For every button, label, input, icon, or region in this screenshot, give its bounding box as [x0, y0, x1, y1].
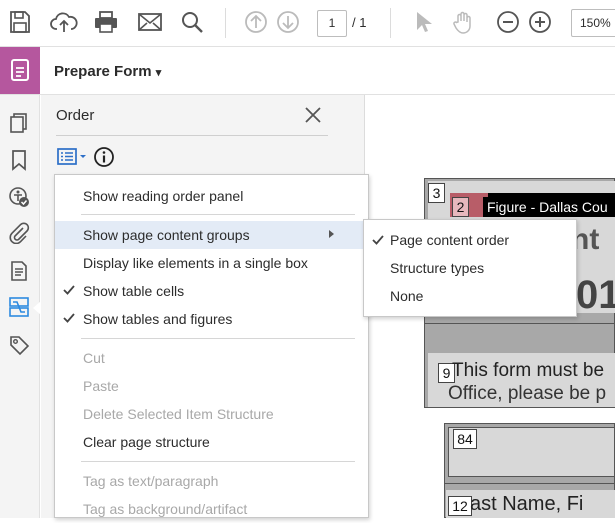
- toolbar-divider: [390, 8, 391, 38]
- attachment-icon[interactable]: [8, 222, 30, 244]
- menu-item-delete-structure[interactable]: Delete Selected Item Structure: [55, 400, 368, 428]
- section-divider: [424, 323, 615, 324]
- checkmark-icon: [63, 285, 75, 295]
- menu-separator: [81, 338, 355, 339]
- submenu-item-label: None: [390, 288, 424, 304]
- menu-item-label: Tag as text/paragraph: [83, 473, 219, 489]
- menu-item-cut[interactable]: Cut: [55, 344, 368, 372]
- page-total-label: / 1: [352, 15, 367, 30]
- order-icon[interactable]: [8, 296, 30, 318]
- main-toolbar: 1 / 1 150%: [0, 0, 615, 47]
- tool-title[interactable]: Prepare Form ▾: [54, 63, 161, 80]
- list-options-icon[interactable]: [57, 147, 89, 167]
- prepare-form-tool-icon[interactable]: [0, 47, 40, 94]
- menu-item-label: Show reading order panel: [83, 188, 244, 204]
- menu-item-label: Cut: [83, 350, 105, 366]
- bookmark-icon[interactable]: [8, 149, 30, 171]
- order-number-box[interactable]: 3: [428, 183, 445, 203]
- figure-label: Figure - Dallas Cou: [483, 197, 615, 217]
- submenu-item-structure-types[interactable]: Structure types: [364, 254, 576, 282]
- submenu-item-none[interactable]: None: [364, 282, 576, 310]
- menu-item-label: Show page content groups: [83, 227, 250, 243]
- menu-item-label: Show table cells: [83, 283, 185, 299]
- menu-item-label: Delete Selected Item Structure: [83, 406, 274, 422]
- document-text-line: This form must be: [452, 360, 605, 381]
- partial-year: 019: [576, 273, 615, 317]
- tags-icon[interactable]: [8, 334, 30, 356]
- menu-item-label: Display like elements in a single box: [83, 255, 308, 271]
- order-options-menu: Show reading order panel Show page conte…: [54, 174, 369, 518]
- content-icon[interactable]: [8, 260, 30, 282]
- menu-item-paste[interactable]: Paste: [55, 372, 368, 400]
- menu-separator: [81, 461, 355, 462]
- page-up-icon[interactable]: [244, 10, 268, 34]
- menu-item-label: Paste: [83, 378, 119, 394]
- zoom-out-icon[interactable]: [496, 10, 520, 34]
- select-cursor-icon[interactable]: [413, 10, 433, 34]
- left-nav-rail: [0, 95, 41, 518]
- email-icon[interactable]: [137, 10, 163, 34]
- menu-item-label: Tag as background/artifact: [83, 501, 248, 517]
- menu-item-show-tables-and-figures[interactable]: Show tables and figures: [55, 305, 368, 333]
- order-panel-title: Order: [56, 107, 95, 124]
- menu-item-show-page-content-groups[interactable]: Show page content groups: [55, 221, 368, 249]
- checkmark-icon: [63, 313, 75, 323]
- submenu-item-label: Structure types: [390, 260, 485, 276]
- upload-icon[interactable]: [50, 10, 78, 34]
- order-number-box[interactable]: 2: [452, 197, 469, 217]
- menu-item-display-like-elements[interactable]: Display like elements in a single box: [55, 249, 368, 277]
- section-divider: [444, 483, 615, 484]
- print-icon[interactable]: [93, 10, 119, 34]
- order-number-box[interactable]: 12: [448, 496, 472, 516]
- menu-item-show-table-cells[interactable]: Show table cells: [55, 277, 368, 305]
- submenu-item-page-content-order[interactable]: Page content order: [364, 226, 576, 254]
- document-text-line: Office, please be p: [448, 383, 607, 404]
- close-icon[interactable]: [303, 105, 323, 125]
- zoom-in-icon[interactable]: [528, 10, 552, 34]
- active-panel-pointer: [33, 301, 41, 315]
- zoom-level-input[interactable]: 150%: [571, 9, 615, 37]
- tool-header: Prepare Form ▾: [0, 47, 615, 95]
- toolbar-divider: [225, 8, 226, 38]
- save-icon[interactable]: [9, 10, 33, 34]
- panel-divider: [56, 135, 328, 136]
- accessibility-check-icon[interactable]: [8, 186, 30, 208]
- checkmark-icon: [372, 235, 384, 245]
- menu-item-label: Clear page structure: [83, 434, 210, 450]
- page-content-groups-submenu: Page content order Structure types None: [363, 219, 577, 317]
- tool-title-label: Prepare Form: [54, 63, 152, 80]
- page-thumbnails-icon[interactable]: [8, 112, 30, 134]
- submenu-arrow-icon: [329, 230, 334, 238]
- menu-item-clear-page-structure[interactable]: Clear page structure: [55, 428, 368, 456]
- menu-item-label: Show tables and figures: [83, 311, 233, 327]
- chevron-down-icon: ▾: [155, 67, 162, 79]
- menu-item-tag-as-background[interactable]: Tag as background/artifact: [55, 495, 368, 523]
- menu-item-tag-as-text[interactable]: Tag as text/paragraph: [55, 467, 368, 495]
- search-icon[interactable]: [180, 10, 204, 34]
- menu-item-show-reading-order-panel[interactable]: Show reading order panel: [55, 182, 368, 210]
- menu-separator: [81, 214, 355, 215]
- info-icon[interactable]: [93, 146, 115, 168]
- document-text-line: ast Name, Fi: [470, 493, 584, 515]
- page-number-input[interactable]: 1: [317, 10, 347, 37]
- order-number-box[interactable]: 84: [453, 429, 477, 449]
- hand-tool-icon[interactable]: [452, 10, 476, 34]
- submenu-item-label: Page content order: [390, 232, 510, 248]
- page-down-icon[interactable]: [276, 10, 300, 34]
